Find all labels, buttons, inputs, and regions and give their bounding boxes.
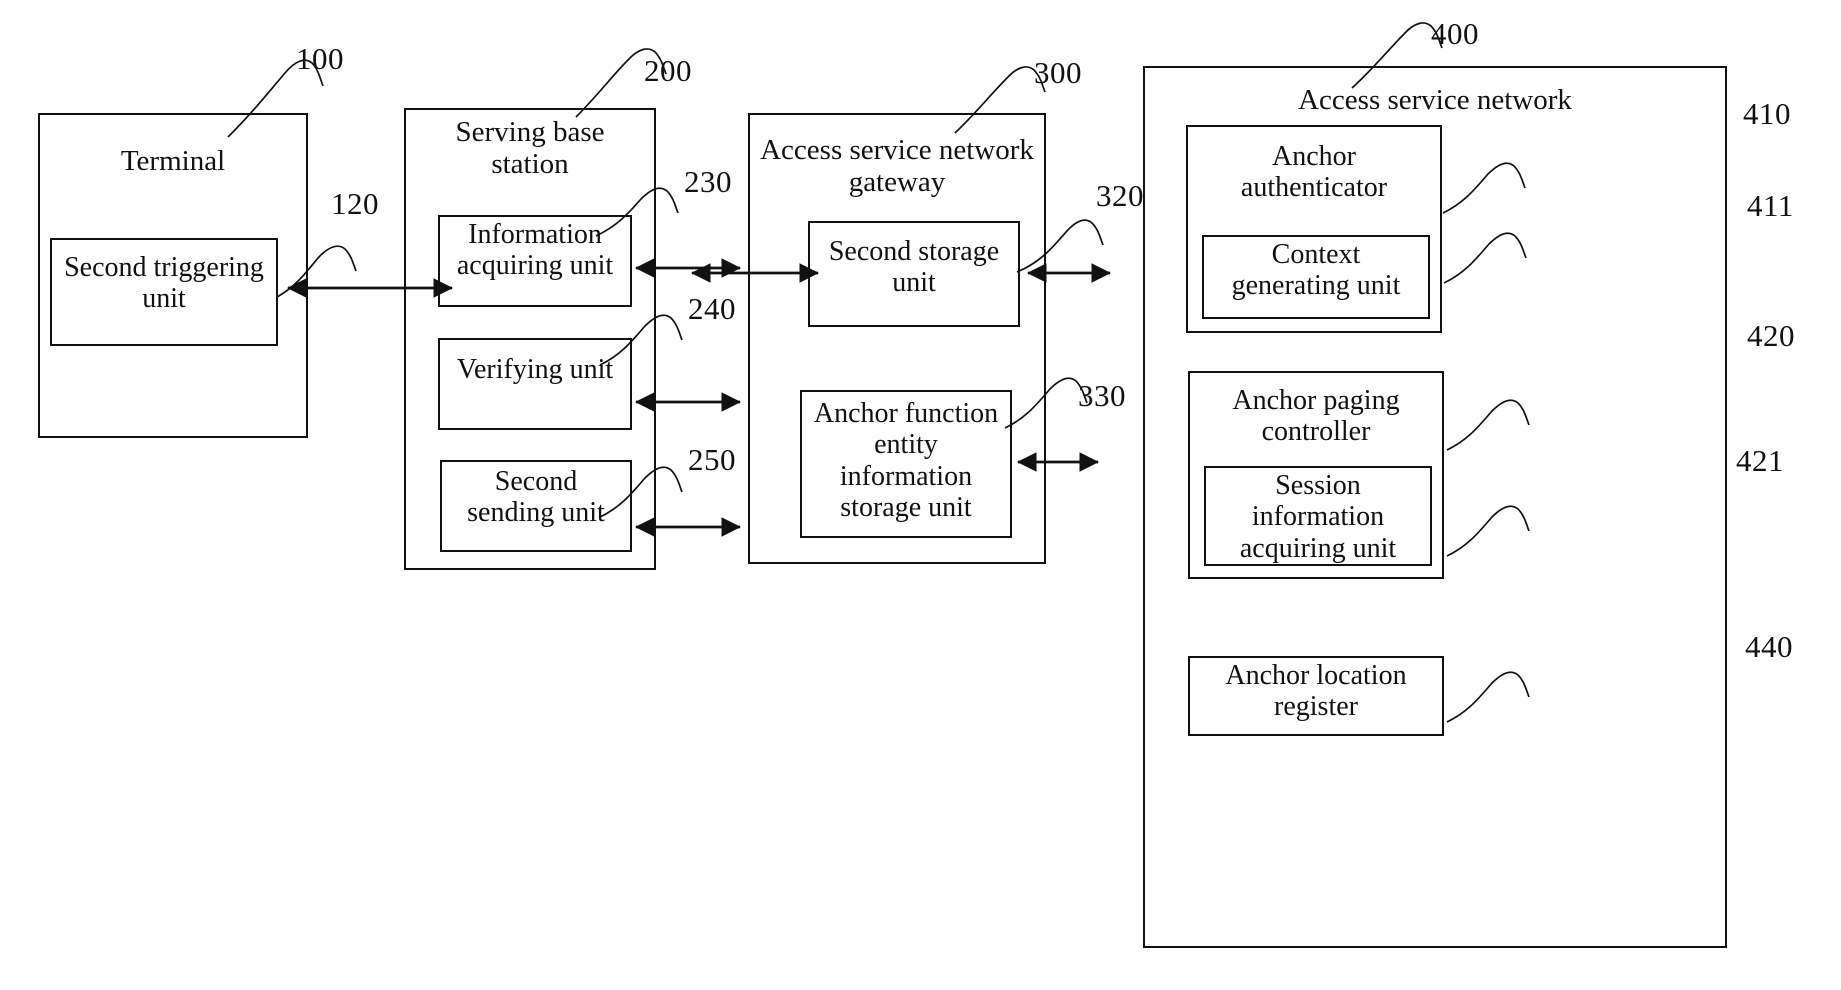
- ref-230: 230: [684, 164, 732, 199]
- patent-figure: Terminal Second triggering unit 100 120 …: [0, 0, 1841, 990]
- ref-330: 330: [1078, 378, 1126, 413]
- verifying-unit-label: Verifying unit: [456, 354, 614, 385]
- ref-250: 250: [688, 442, 736, 477]
- context-generating-unit-label: Context generating unit: [1231, 239, 1401, 302]
- anchor-location-register-label: Anchor location register: [1225, 660, 1407, 723]
- ref-300: 300: [1034, 55, 1082, 90]
- ref-411: 411: [1747, 188, 1794, 223]
- ref-440: 440: [1745, 629, 1793, 664]
- anchor-authenticator-label: Anchor authenticator: [1240, 141, 1388, 204]
- ref-120: 120: [331, 186, 379, 221]
- information-acquiring-unit-label: Information acquiring unit: [456, 219, 614, 282]
- second-sending-unit-label: Second sending unit: [467, 466, 605, 529]
- ref-200: 200: [644, 53, 692, 88]
- ref-100: 100: [296, 41, 344, 76]
- ref-421: 421: [1736, 443, 1784, 478]
- ref-410: 410: [1743, 96, 1791, 131]
- session-information-acquiring-unit-label: Session information acquiring unit: [1239, 470, 1397, 564]
- serving-base-station-label: Serving base station: [455, 116, 605, 181]
- anchor-paging-controller-label: Anchor paging controller: [1232, 385, 1400, 448]
- second-triggering-unit-label: Second triggering unit: [64, 252, 264, 315]
- ref-240: 240: [688, 291, 736, 326]
- access-service-network-gateway-label: Access service network gateway: [760, 134, 1034, 199]
- ref-420: 420: [1747, 318, 1795, 353]
- access-service-network-label: Access service network: [1298, 84, 1572, 116]
- ref-400: 400: [1431, 16, 1479, 51]
- terminal-label: Terminal: [120, 145, 226, 177]
- anchor-function-entity-information-storage-unit-label: Anchor function entity information stora…: [813, 398, 999, 524]
- ref-320: 320: [1096, 178, 1144, 213]
- second-storage-unit-label: Second storage unit: [828, 236, 1000, 299]
